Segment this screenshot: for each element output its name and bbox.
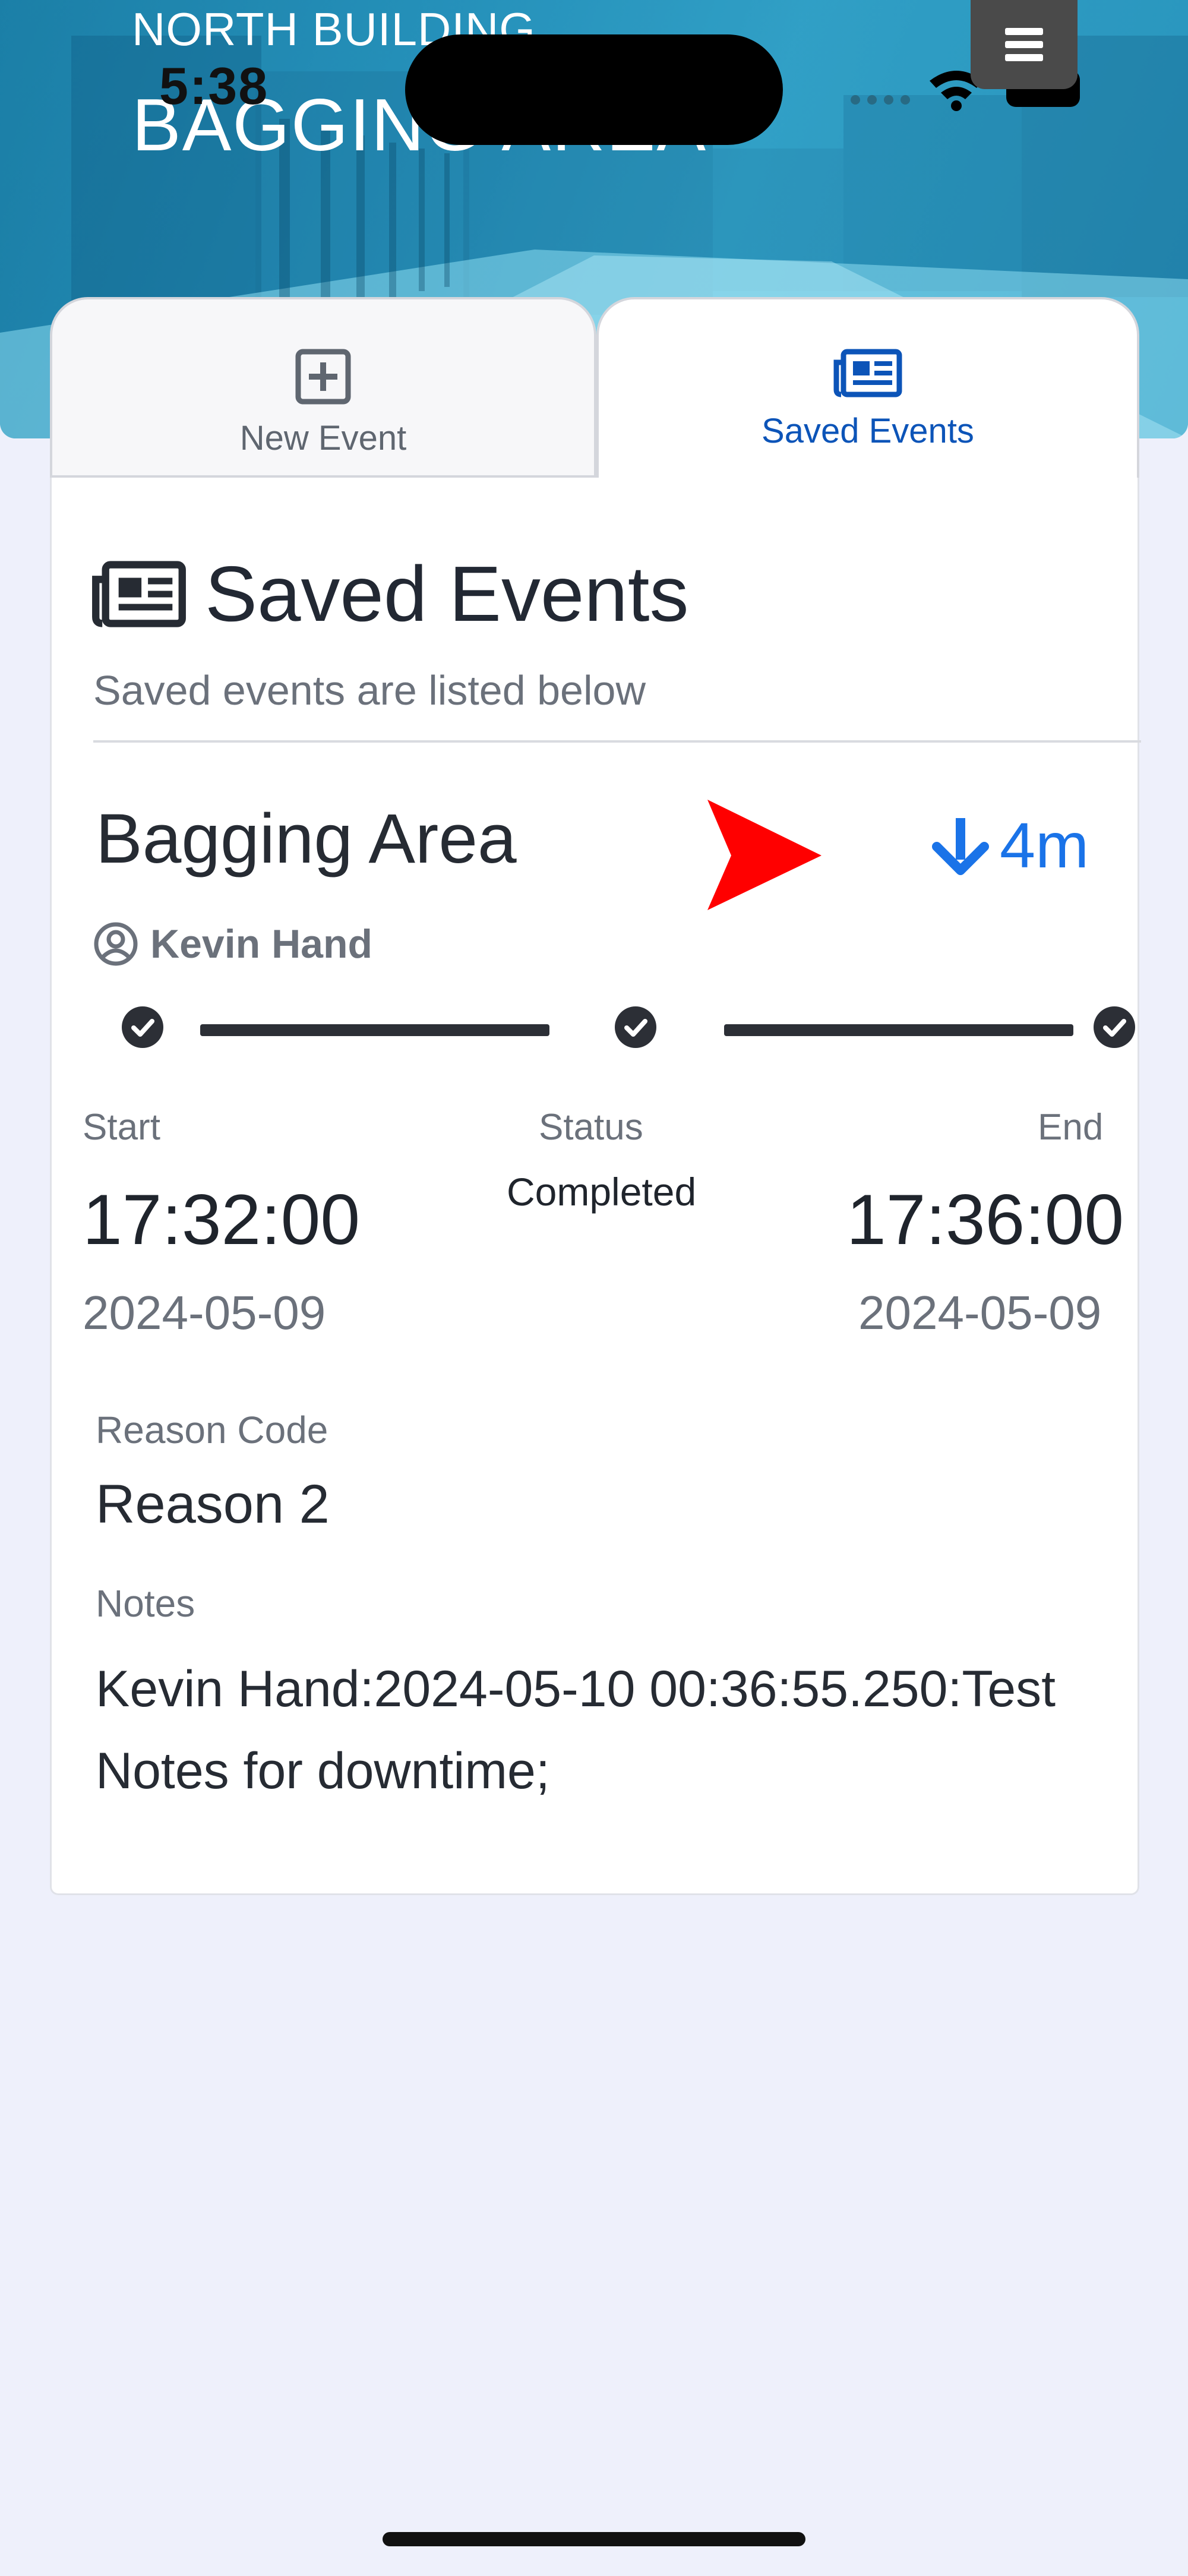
app-screen: NORTH BUILDING BAGGING AREA 5:38 New Eve… — [0, 0, 1188, 2576]
event-user: Kevin Hand — [93, 921, 372, 967]
divider — [93, 740, 1141, 743]
end-date: 2024-05-09 — [858, 1286, 1102, 1339]
reason-code-value: Reason 2 — [96, 1474, 330, 1535]
tab-new-event-label: New Event — [239, 419, 407, 457]
step-complete-icon — [1094, 1006, 1135, 1048]
event-progress — [93, 1003, 1135, 1050]
status-label: Status — [539, 1107, 643, 1148]
page-subtitle: Saved events are listed below — [93, 667, 646, 714]
tab-saved-events[interactable]: Saved Events — [596, 297, 1139, 478]
step-complete-icon — [615, 1006, 656, 1048]
menu-button[interactable] — [971, 0, 1078, 89]
pointer-arrow-icon — [707, 800, 822, 910]
progress-bar-segment — [200, 1024, 549, 1036]
newspaper-icon — [833, 349, 902, 397]
progress-bar-segment — [724, 1024, 1073, 1036]
reason-code-label: Reason Code — [96, 1409, 328, 1451]
hamburger-menu-icon — [1005, 22, 1043, 67]
step-complete-icon — [122, 1006, 163, 1048]
user-circle-icon — [94, 922, 138, 966]
newspaper-icon — [92, 560, 186, 627]
saved-events-card: Saved Events Saved events are listed bel… — [50, 478, 1141, 1895]
plus-square-icon — [295, 349, 351, 405]
user-name: Kevin Hand — [150, 921, 373, 967]
event-name[interactable]: Bagging Area — [96, 798, 517, 879]
start-date: 2024-05-09 — [83, 1286, 326, 1339]
status-badge: Completed — [507, 1170, 697, 1214]
dynamic-island — [405, 34, 783, 145]
start-label: Start — [83, 1107, 160, 1148]
status-bar-time: 5:38 — [159, 56, 269, 115]
notes-label: Notes — [96, 1582, 195, 1625]
home-indicator[interactable] — [383, 2532, 805, 2546]
duration-value: 4m — [1000, 809, 1089, 881]
page-title: Saved Events — [205, 550, 689, 637]
end-label: End — [1038, 1107, 1104, 1148]
cellular-signal-icon — [851, 95, 917, 108]
start-time: 17:32:00 — [83, 1180, 361, 1259]
end-time: 17:36:00 — [846, 1180, 1124, 1259]
duration-badge: 4m — [931, 808, 1089, 882]
tab-saved-events-label: Saved Events — [762, 412, 974, 450]
section-header: Saved Events — [91, 549, 689, 639]
notes-value: Kevin Hand:2024-05-10 00:36:55.250:Test … — [96, 1660, 1056, 1800]
arrow-down-icon — [932, 817, 989, 875]
tab-new-event[interactable]: New Event — [50, 297, 596, 478]
